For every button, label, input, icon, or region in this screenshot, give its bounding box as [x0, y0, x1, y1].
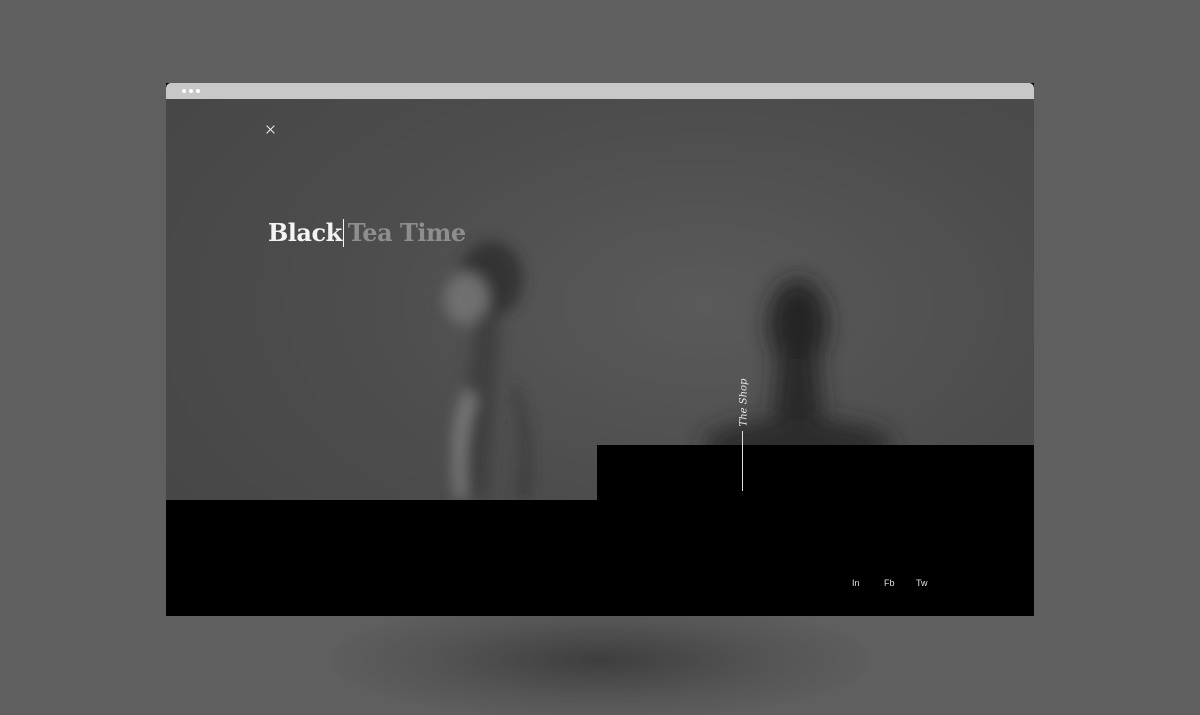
browser-window: Black Tea Time The Shop In Fb Tw: [166, 83, 1034, 616]
social-links: In Fb Tw: [852, 578, 948, 588]
text-cursor: [342, 219, 344, 247]
page-title: Black Tea Time: [268, 217, 466, 249]
window-dot[interactable]: [189, 89, 193, 93]
social-link-linkedin[interactable]: In: [852, 578, 884, 588]
title-light: Tea Time: [347, 218, 466, 247]
social-link-facebook[interactable]: Fb: [884, 578, 916, 588]
shop-divider-line: [742, 431, 743, 491]
window-dot[interactable]: [182, 89, 186, 93]
social-link-twitter[interactable]: Tw: [916, 578, 948, 588]
page-viewport: Black Tea Time The Shop In Fb Tw: [166, 99, 1034, 616]
floor-shadow: [330, 600, 870, 715]
shop-label: The Shop: [738, 378, 750, 427]
title-bold: Black: [268, 218, 342, 247]
presentation-stage: Black Tea Time The Shop In Fb Tw: [0, 0, 1200, 715]
close-icon[interactable]: [264, 123, 278, 137]
content-block-right: [597, 445, 1034, 616]
browser-chrome-bar: [166, 83, 1034, 99]
content-block-left: [166, 500, 598, 616]
shop-link[interactable]: The Shop: [734, 375, 754, 435]
window-dot[interactable]: [196, 89, 200, 93]
